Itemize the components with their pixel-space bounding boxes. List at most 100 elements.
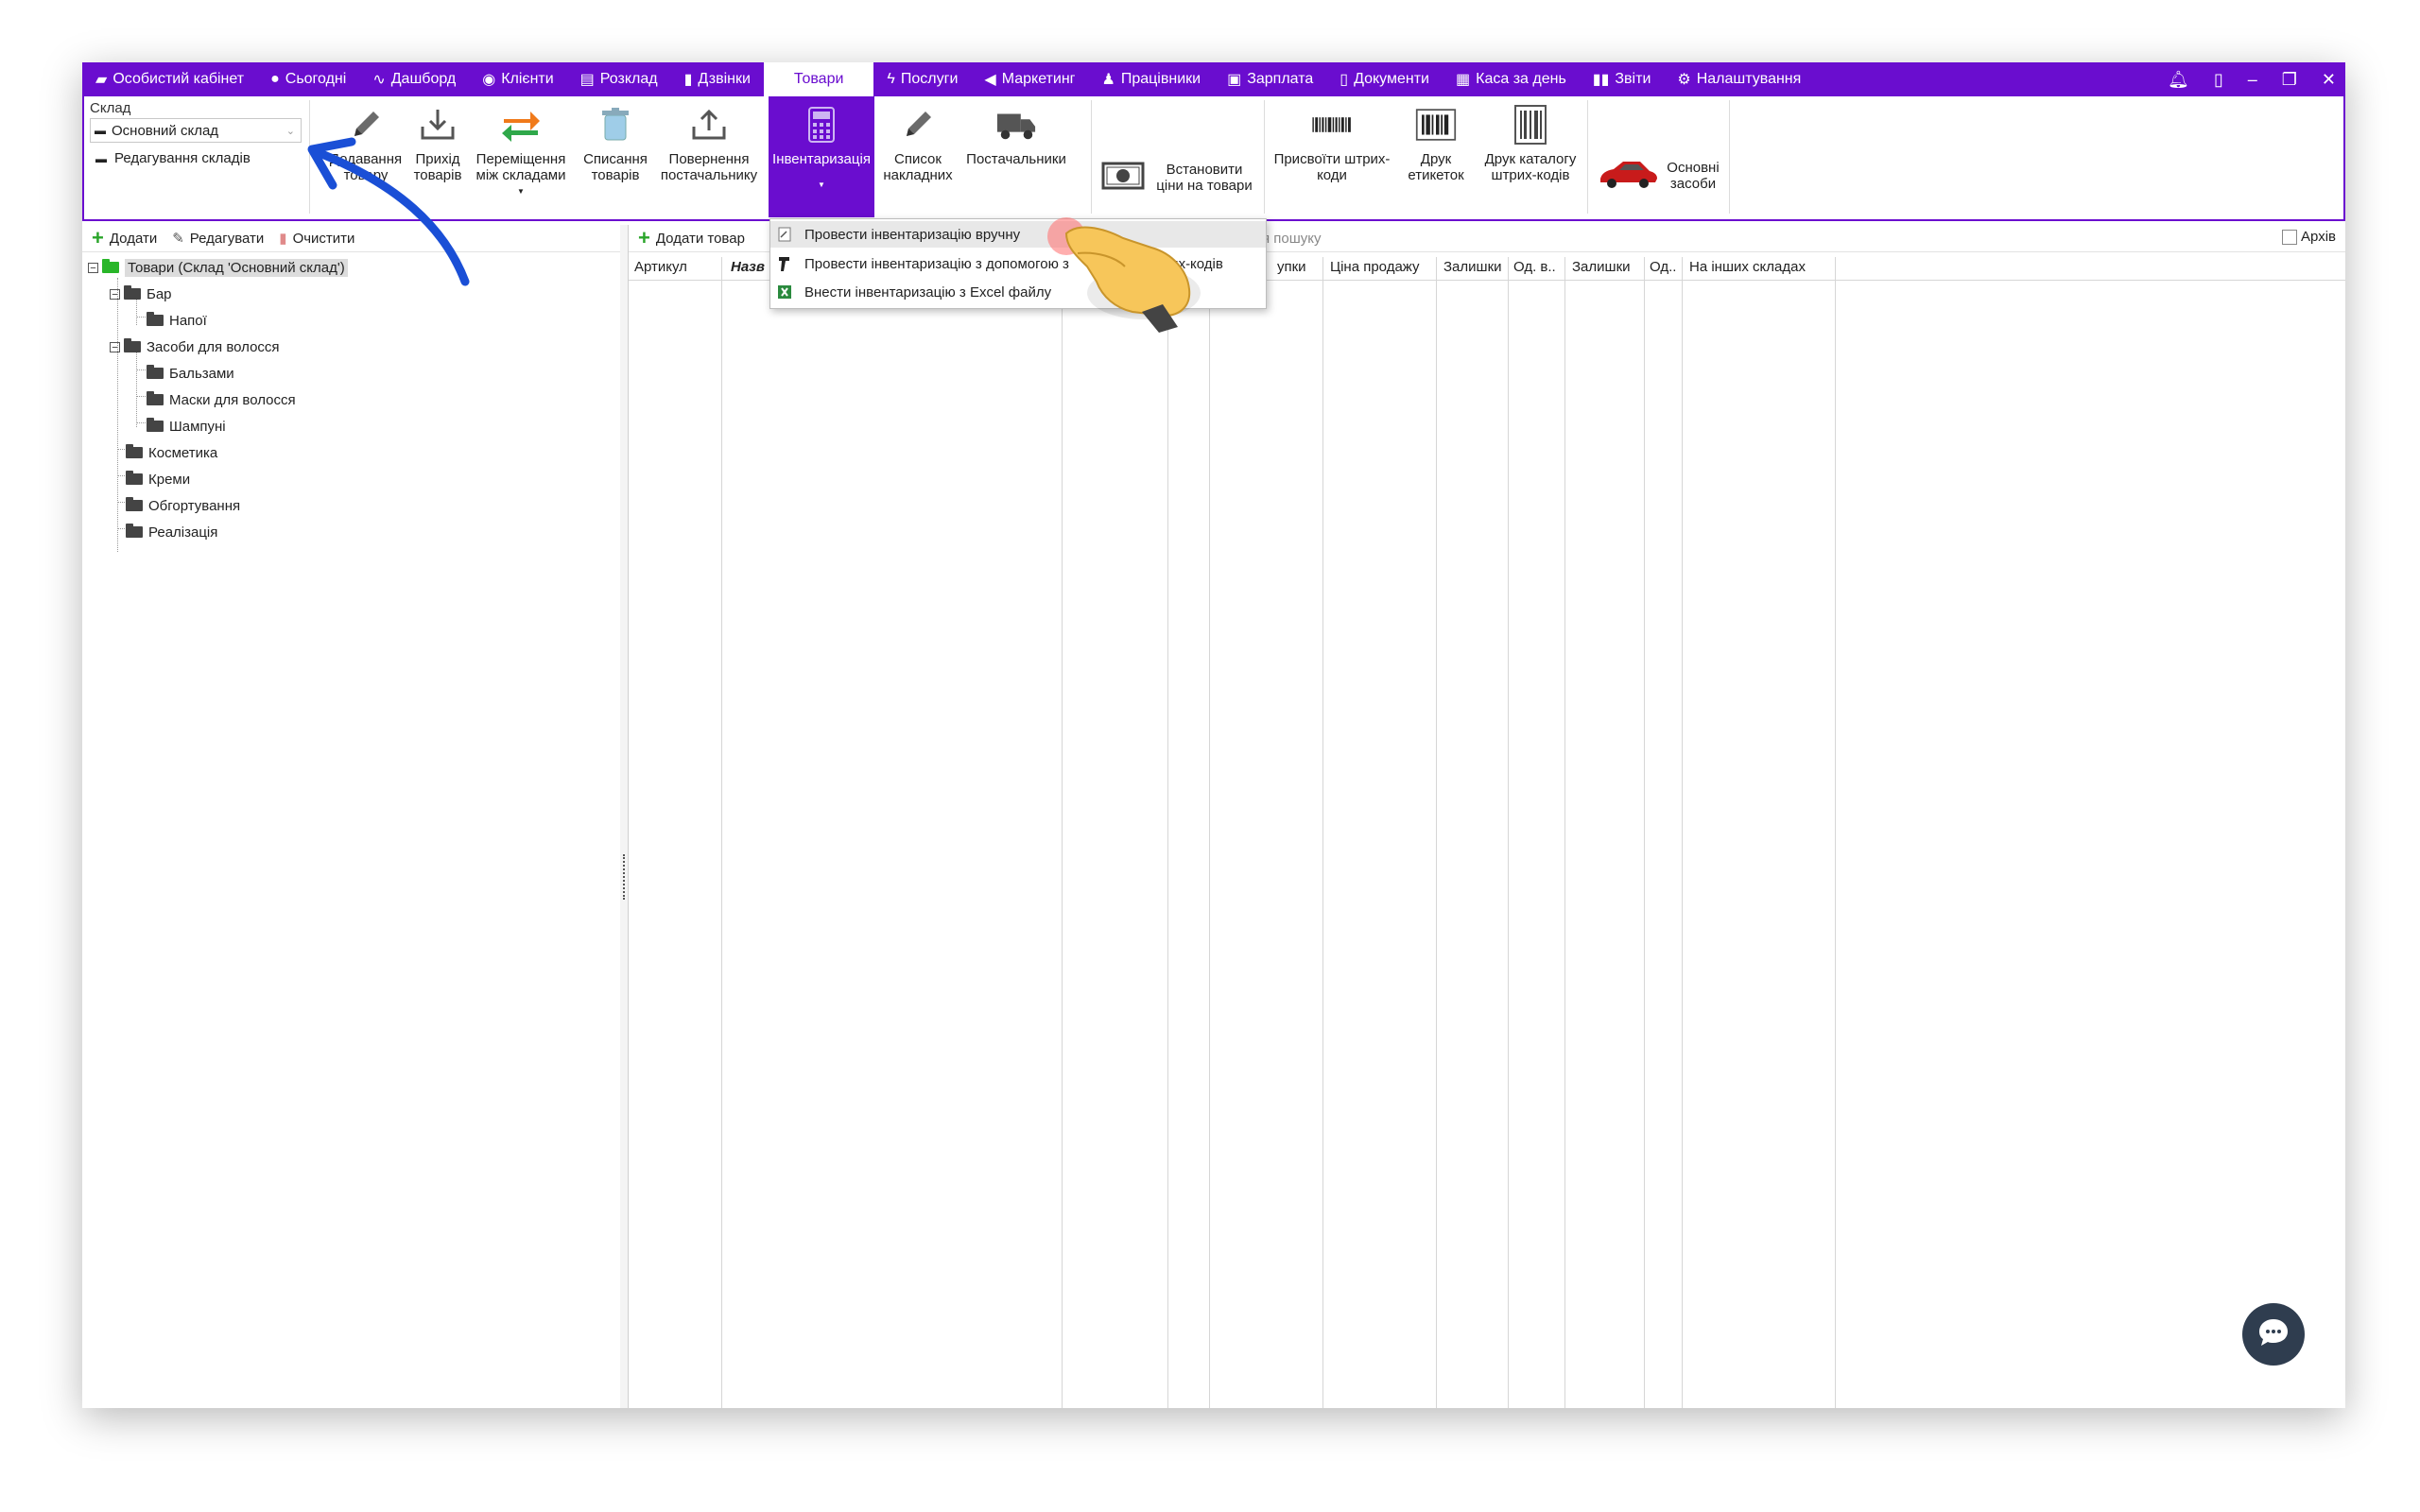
tree-node[interactable]: Креми xyxy=(126,469,190,490)
nav-item-services[interactable]: ϟ Послуги xyxy=(873,62,971,96)
search-placeholder: я пошуку xyxy=(1262,230,1322,247)
category-panel: + Додати ✎ Редагувати ▮ Очистити − Товар… xyxy=(82,225,622,1408)
barcode-label-icon xyxy=(1415,104,1457,146)
tree-node[interactable]: Маски для волосся xyxy=(147,389,296,410)
top-navigation: ▰ Особистий кабінет ● Сьогодні ∿ Дашборд… xyxy=(82,62,2345,96)
folder-icon xyxy=(147,418,164,432)
nav-item-cabinet[interactable]: ▰ Особистий кабінет xyxy=(82,62,257,96)
nav-item-goods[interactable]: Товари xyxy=(763,62,874,96)
add-product-button[interactable]: + Додати товар xyxy=(638,226,745,250)
tree-node[interactable]: Бальзами xyxy=(147,363,234,384)
folder-icon xyxy=(126,471,143,485)
clear-category-button[interactable]: ▮ Очистити xyxy=(279,230,354,248)
add-category-button[interactable]: + Додати xyxy=(92,226,157,250)
folder-icon xyxy=(102,259,119,273)
invoices-list-button[interactable]: Список накладних xyxy=(880,96,956,217)
return-label: Повернення постачальнику xyxy=(660,151,758,183)
tree-node-label: Шампуні xyxy=(169,418,226,435)
close-icon[interactable]: ✕ xyxy=(2322,70,2336,90)
nav-label: Маркетинг xyxy=(1001,71,1076,87)
lock-icon[interactable]: ▯ xyxy=(2214,70,2223,90)
menu-item-inventory-excel[interactable]: Внести інвентаризацію з Excel файлу xyxy=(770,279,1266,305)
tree-node[interactable]: − Засоби для волосся xyxy=(110,336,280,357)
column-header-other-warehouses[interactable]: На інших складах xyxy=(1689,259,1806,275)
tree-node[interactable]: − Бар xyxy=(110,284,172,304)
print-labels-button[interactable]: Друк етикеток xyxy=(1398,96,1474,217)
add-goods-button[interactable]: Додавання товару xyxy=(317,96,415,217)
nav-item-marketing[interactable]: ◀ Маркетинг xyxy=(971,62,1088,96)
move-between-warehouses-button[interactable]: Переміщення між складами ▼ xyxy=(470,96,572,217)
collapse-icon[interactable]: − xyxy=(110,288,120,300)
pulse-icon: ∿ xyxy=(372,72,386,88)
phone-icon: ▮ xyxy=(683,72,693,88)
print-barcode-catalog-button[interactable]: Друк каталогу штрих-кодів xyxy=(1476,96,1585,217)
collapse-icon[interactable]: − xyxy=(88,262,98,273)
nav-item-settings[interactable]: ⚙ Налаштування xyxy=(1664,62,1814,96)
person-icon: ♟ xyxy=(1101,72,1115,88)
document-edit-icon xyxy=(776,226,793,243)
add-goods-label: Додавання товару xyxy=(329,151,403,183)
set-prices-button[interactable]: Встановити ціни на товари xyxy=(1096,96,1262,217)
menu-item-inventory-scanner[interactable]: Провести інвентаризацію з допомогою з шт… xyxy=(770,250,1266,277)
fixed-assets-button[interactable]: Основні засоби xyxy=(1593,96,1721,217)
nav-item-reports[interactable]: ▮▮ Звіти xyxy=(1580,62,1665,96)
tree-node[interactable]: Обгортування xyxy=(126,495,240,516)
nav-label: Документи xyxy=(1354,71,1429,87)
minimize-icon[interactable]: – xyxy=(2248,70,2257,90)
inbox-upload-icon xyxy=(688,104,730,146)
megaphone-icon: ◀ xyxy=(984,72,996,88)
grid-column: Од.. xyxy=(1644,257,1683,1408)
edit-label: Редагувати xyxy=(189,230,265,247)
product-search-input[interactable]: я пошуку xyxy=(1262,227,2160,249)
suppliers-button[interactable]: Постачальники xyxy=(961,96,1071,217)
writeoff-button[interactable]: Списання товарів xyxy=(579,96,651,217)
tree-node-label: Бар xyxy=(147,285,172,302)
edit-warehouses-button[interactable]: ▬ Редагування складів xyxy=(90,150,309,166)
column-header-stock[interactable]: Залишки xyxy=(1443,259,1502,275)
restore-icon[interactable]: ❐ xyxy=(2282,70,2297,90)
nav-item-dashboard[interactable]: ∿ Дашборд xyxy=(359,62,469,96)
nav-label: Товари xyxy=(793,71,844,87)
inventory-button[interactable]: Інвентаризація ▼ xyxy=(769,96,874,217)
inventory-dropdown-arrow-icon: ▼ xyxy=(818,180,825,189)
column-header-article[interactable]: Артикул xyxy=(634,259,687,275)
column-header-unit-2[interactable]: Од.. xyxy=(1650,259,1676,275)
chat-support-button[interactable] xyxy=(2242,1303,2305,1366)
tree-node[interactable]: Косметика xyxy=(126,442,217,463)
panel-splitter[interactable] xyxy=(620,225,629,1408)
nav-item-clients[interactable]: ◉ Клієнти xyxy=(469,62,566,96)
warehouse-selected: Основний склад xyxy=(112,122,219,139)
column-header-purchase[interactable]: упки xyxy=(1277,259,1306,275)
tree-node-label: Засоби для волосся xyxy=(147,338,280,355)
nav-item-cashbox[interactable]: ▦ Каса за день xyxy=(1443,62,1580,96)
nav-item-employees[interactable]: ♟ Працівники xyxy=(1089,62,1215,96)
edit-category-button[interactable]: ✎ Редагувати xyxy=(172,230,265,248)
collapse-icon[interactable]: − xyxy=(110,341,120,352)
return-to-supplier-button[interactable]: Повернення постачальнику xyxy=(657,96,761,217)
plus-icon: + xyxy=(92,226,104,249)
tree-node[interactable]: Напої xyxy=(147,310,207,331)
archive-checkbox[interactable]: Архів xyxy=(2282,229,2336,245)
nav-label: Налаштування xyxy=(1696,71,1802,87)
chat-bubble-icon xyxy=(2256,1316,2290,1353)
splitter-grip-icon[interactable] xyxy=(623,854,627,900)
warehouse-select[interactable]: ▬ Основний склад ⌄ xyxy=(90,118,302,143)
nav-item-schedule[interactable]: ▤ Розклад xyxy=(567,62,671,96)
bell-icon[interactable]: 🔔︎ xyxy=(2168,70,2189,90)
arrival-button[interactable]: Прихід товарів xyxy=(409,96,466,217)
column-header-unit[interactable]: Од. в.. xyxy=(1513,259,1556,275)
tree-node-root[interactable]: − Товари (Склад 'Основний склад') xyxy=(88,257,348,278)
menu-item-inventory-manual[interactable]: Провести інвентаризацію вручну xyxy=(770,221,1266,248)
assign-barcodes-button[interactable]: Присвоїти штрих-коди xyxy=(1268,96,1396,217)
nav-item-documents[interactable]: ▯ Документи xyxy=(1326,62,1443,96)
column-header-sale-price[interactable]: Ціна продажу xyxy=(1330,259,1420,275)
folder-icon xyxy=(126,444,143,458)
tree-node[interactable]: Реалізація xyxy=(126,522,217,542)
nav-item-today[interactable]: ● Сьогодні xyxy=(257,62,359,96)
document-icon: ▯ xyxy=(1340,72,1349,88)
column-header-stock-2[interactable]: Залишки xyxy=(1572,259,1631,275)
nav-item-calls[interactable]: ▮ Дзвінки xyxy=(671,62,764,96)
column-header-name[interactable]: Назв xyxy=(731,259,765,275)
nav-item-salary[interactable]: ▣ Зарплата xyxy=(1214,62,1326,96)
tree-node[interactable]: Шампуні xyxy=(147,416,226,437)
